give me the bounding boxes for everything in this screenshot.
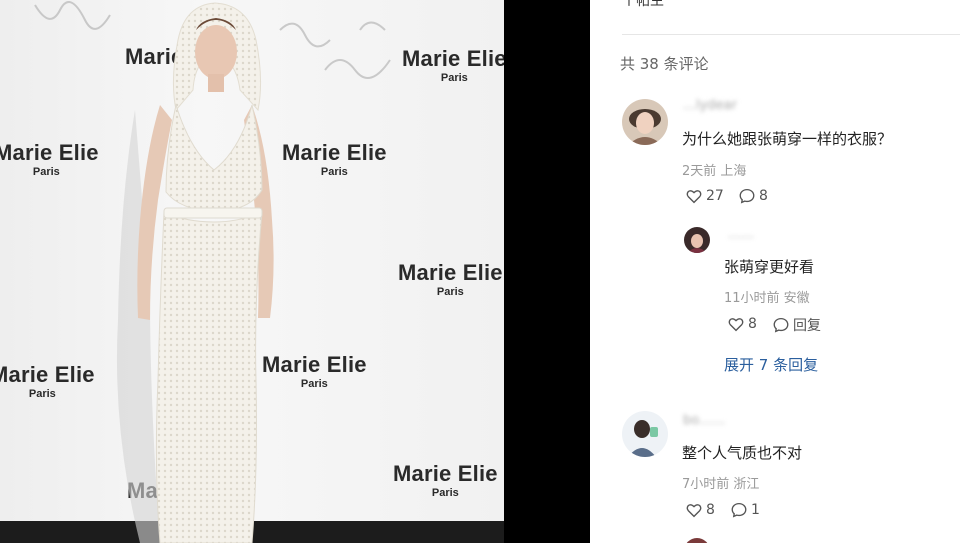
like-count: 8 (748, 316, 757, 332)
expand-replies-link[interactable]: 展开 7 条回复 (724, 354, 818, 375)
reply-count-button[interactable]: 8 (738, 187, 768, 205)
comment-count: 共 38 条评论 (620, 55, 709, 73)
post-header-partial: 个帖主 (622, 0, 664, 9)
reply-button[interactable]: 回复 (772, 315, 821, 335)
comment-icon (773, 317, 789, 333)
username[interactable]: …lydear (683, 98, 737, 113)
avatar[interactable] (684, 227, 710, 253)
heart-icon (686, 504, 702, 518)
comment-text: 整个人气质也不对 (682, 444, 803, 462)
comment-text: 为什么她跟张萌穿一样的衣服？ (682, 130, 893, 148)
avatar-image (622, 411, 668, 457)
reply-count-button[interactable]: 1 (730, 501, 760, 519)
like-button[interactable]: 8 (685, 501, 715, 519)
comment-meta: 11小时前 安徽 (724, 291, 810, 306)
comments-panel: 个帖主 共 38 条评论 …lydear 为什么她跟张萌穿一样的衣服？ 2天前 … (590, 0, 960, 543)
heart-icon (686, 190, 702, 204)
avatar-image (622, 99, 668, 145)
event-photo: Marie Elie Marie ElieParis Marie EliePar… (0, 0, 504, 543)
avatar[interactable] (622, 99, 668, 145)
avatar-image (684, 227, 710, 253)
black-divider (504, 0, 590, 543)
like-button[interactable]: 8 (727, 315, 757, 333)
comment-meta: 7小时前 浙江 (682, 477, 760, 492)
reply-label: 回复 (793, 318, 821, 334)
username[interactable]: …… (728, 227, 754, 242)
reply-count: 8 (759, 188, 768, 204)
heart-icon (728, 318, 744, 332)
like-button[interactable]: 27 (685, 187, 724, 205)
username[interactable]: bo…… (683, 413, 725, 428)
avatar[interactable] (622, 411, 668, 457)
avatar[interactable] (684, 538, 710, 543)
comment-icon (739, 188, 755, 204)
model-figure (116, 2, 274, 543)
like-count: 27 (706, 188, 724, 204)
separator-line (622, 34, 960, 35)
reply-count: 1 (751, 502, 760, 518)
comment-icon (731, 502, 747, 518)
comment-meta: 2天前 上海 (682, 164, 747, 179)
comment-text: 张萌穿更好看 (724, 258, 815, 276)
like-count: 8 (706, 502, 715, 518)
